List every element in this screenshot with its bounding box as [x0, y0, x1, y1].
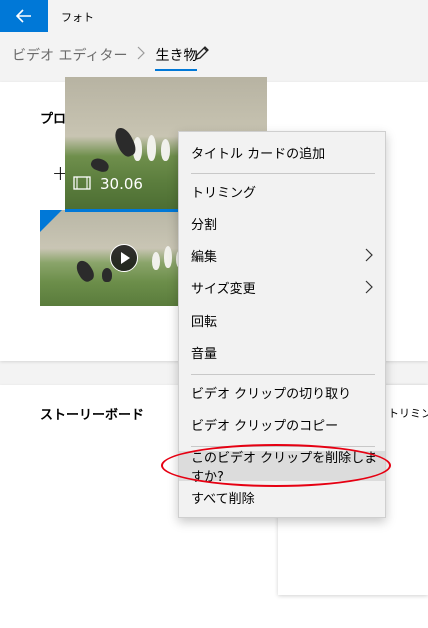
breadcrumb-current[interactable]: 生き物 — [155, 45, 198, 71]
menu-item-cut-clip[interactable]: ビデオ クリップの切り取り — [179, 377, 385, 407]
chevron-right-icon — [365, 248, 373, 262]
breadcrumb: ビデオ エディター 生き物 — [12, 40, 198, 71]
chevron-right-icon — [365, 280, 373, 294]
storyboard-title: ストーリーボード — [40, 408, 145, 423]
title-bar: フォト — [0, 0, 428, 32]
clip-duration: 30.06 — [100, 175, 143, 193]
bird-shape — [89, 156, 111, 174]
menu-separator — [191, 374, 375, 375]
bird-shape — [161, 139, 170, 161]
breadcrumb-root[interactable]: ビデオ エディター — [12, 45, 127, 65]
highlight-annotation — [161, 444, 391, 487]
bird-shape — [147, 135, 156, 161]
menu-item-label: サイズ変更 — [191, 281, 256, 297]
play-icon[interactable] — [110, 244, 138, 272]
film-icon — [73, 176, 91, 190]
bird-shape — [102, 268, 112, 282]
back-arrow-icon — [16, 9, 31, 23]
selected-corner-marker — [40, 210, 62, 232]
back-button[interactable] — [0, 0, 48, 32]
bird-shape — [152, 252, 160, 270]
bird-shape — [164, 246, 172, 268]
menu-item-resize[interactable]: サイズ変更 — [179, 272, 385, 302]
chevron-right-icon — [137, 46, 146, 64]
bird-shape — [73, 257, 97, 285]
library-clip-thumbnail[interactable] — [40, 210, 190, 306]
menu-item-trim[interactable]: トリミング — [179, 176, 385, 206]
pencil-icon[interactable] — [193, 44, 211, 62]
menu-item-edit[interactable]: 編集 — [179, 240, 385, 270]
menu-item-rotate[interactable]: 回転 — [179, 305, 385, 335]
menu-item-volume[interactable]: 音量 — [179, 337, 385, 367]
app-title: フォト — [61, 11, 94, 24]
menu-item-label: 編集 — [191, 249, 218, 265]
menu-item-add-title-card[interactable]: タイトル カードの追加 — [179, 137, 385, 167]
menu-separator — [191, 173, 375, 174]
menu-item-copy-clip[interactable]: ビデオ クリップのコピー — [179, 409, 385, 439]
menu-item-split[interactable]: 分割 — [179, 208, 385, 238]
trim-button-label[interactable]: トリミング — [388, 405, 428, 421]
